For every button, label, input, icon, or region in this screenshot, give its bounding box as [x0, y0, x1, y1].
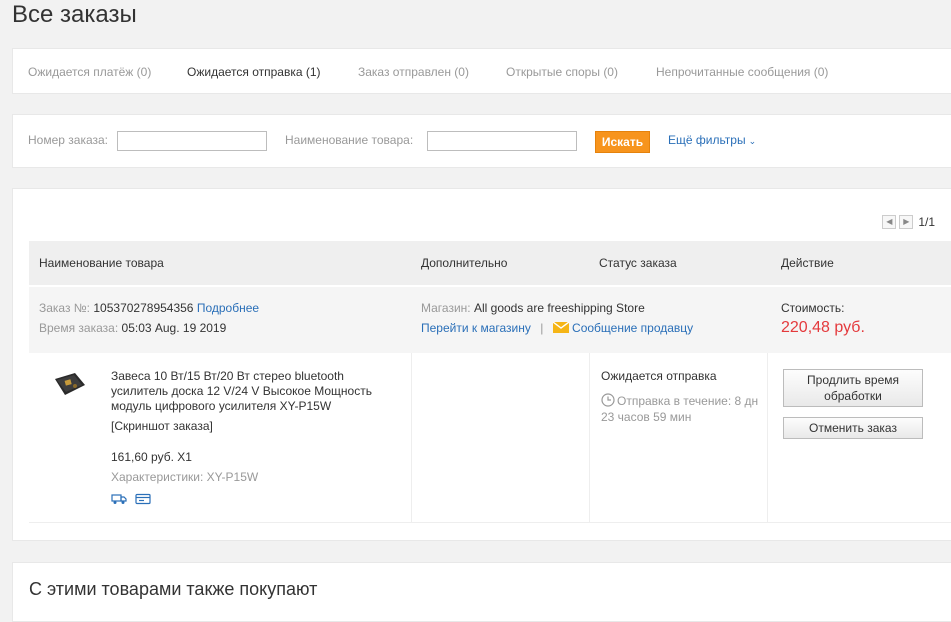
product-title-link[interactable]: Завеса 10 Вт/15 Вт/20 Вт стерео bluetoot… [111, 369, 401, 414]
column-divider [767, 353, 768, 523]
pagination: ◀ ▶ 1/1 [882, 215, 935, 229]
service-icons [111, 493, 151, 505]
search-button[interactable]: Искать [595, 131, 650, 153]
column-header-additional: Дополнительно [421, 256, 508, 270]
order-time-caption: Время заказа: [39, 321, 119, 335]
order-snapshot-link[interactable]: [Скриншот заказа] [111, 419, 213, 433]
order-number: 105370278954356 [93, 301, 194, 315]
column-header-action: Действие [781, 256, 834, 270]
unit-price: 161,60 руб. X1 [111, 450, 192, 464]
order-time-line: Время заказа: 05:03 Aug. 19 2019 [39, 321, 226, 335]
page-title: Все заказы [12, 1, 137, 28]
more-filters-link[interactable]: Ещё фильтры ⌄ [668, 133, 756, 147]
mail-icon [552, 321, 570, 333]
tab-unread-messages[interactable]: Непрочитанные сообщения (0) [656, 49, 828, 95]
more-filters-label: Ещё фильтры [668, 133, 746, 147]
tab-awaiting-payment[interactable]: Ожидается платёж (0) [28, 49, 151, 95]
product-name-input[interactable] [427, 131, 577, 151]
countdown-text: Отправка в течение: 8 дн 23 часов 59 мин [601, 394, 759, 424]
filter-bar: Номер заказа: Наименование товара: Искат… [12, 114, 951, 168]
column-header-status: Статус заказа [599, 256, 677, 270]
order-number-input[interactable] [117, 131, 267, 151]
shipping-countdown: Отправка в течение: 8 дн 23 часов 59 мин [601, 393, 766, 425]
tab-open-disputes[interactable]: Открытые споры (0) [506, 49, 618, 95]
also-bought-section: С этими товарами также покупают [12, 562, 951, 622]
product-name-label: Наименование товара: [285, 133, 414, 147]
product-properties: Характеристики: XY-P15W [111, 470, 259, 484]
payment-card-icon [135, 493, 151, 505]
delivery-truck-icon [111, 494, 127, 504]
store-actions: Перейти к магазину | Сообщение продавцу [421, 321, 693, 335]
order-item-row: Завеса 10 Вт/15 Вт/20 Вт стерео bluetoot… [29, 353, 951, 523]
order-number-caption: Заказ №: [39, 301, 91, 315]
message-seller-link[interactable]: Сообщение продавцу [572, 321, 693, 335]
order-number-label: Номер заказа: [28, 133, 109, 147]
tab-awaiting-shipment[interactable]: Ожидается отправка (1) [187, 49, 321, 95]
order-status-tabs: Ожидается платёж (0) Ожидается отправка … [12, 48, 951, 94]
link-separator: | [540, 321, 544, 335]
go-to-store-link[interactable]: Перейти к магазину [421, 321, 531, 335]
order-number-line: Заказ №: 105370278954356 Подробнее [39, 301, 259, 315]
next-page-icon[interactable]: ▶ [899, 215, 914, 229]
column-header-product: Наименование товара [39, 256, 164, 270]
store-caption: Магазин: [421, 301, 471, 315]
tab-shipped[interactable]: Заказ отправлен (0) [358, 49, 469, 95]
column-divider [411, 353, 412, 523]
product-thumbnail[interactable] [53, 371, 87, 397]
table-header: Наименование товара Дополнительно Статус… [29, 241, 951, 285]
orders-panel: ◀ ▶ 1/1 Наименование товара Дополнительн… [12, 188, 951, 541]
page-indicator: 1/1 [918, 215, 935, 229]
order-cost: 220,48 руб. [781, 319, 865, 336]
store-name: All goods are freeshipping Store [473, 301, 645, 315]
order-status: Ожидается отправка [601, 369, 717, 383]
prev-page-icon[interactable]: ◀ [882, 215, 897, 229]
order-time: 05:03 Aug. 19 2019 [121, 321, 227, 335]
cost-caption: Стоимость: [781, 301, 845, 315]
order-header: Заказ №: 105370278954356 Подробнее Время… [29, 287, 951, 353]
clock-icon [601, 393, 615, 407]
order-details-link[interactable]: Подробнее [197, 301, 259, 315]
extend-processing-time-button[interactable]: Продлить время обработки [783, 369, 923, 407]
also-bought-title: С этими товарами также покупают [29, 579, 318, 599]
chevron-down-icon: ⌄ [748, 136, 757, 146]
column-divider [589, 353, 590, 523]
store-line: Магазин: All goods are freeshipping Stor… [421, 301, 645, 315]
cancel-order-button[interactable]: Отменить заказ [783, 417, 923, 439]
